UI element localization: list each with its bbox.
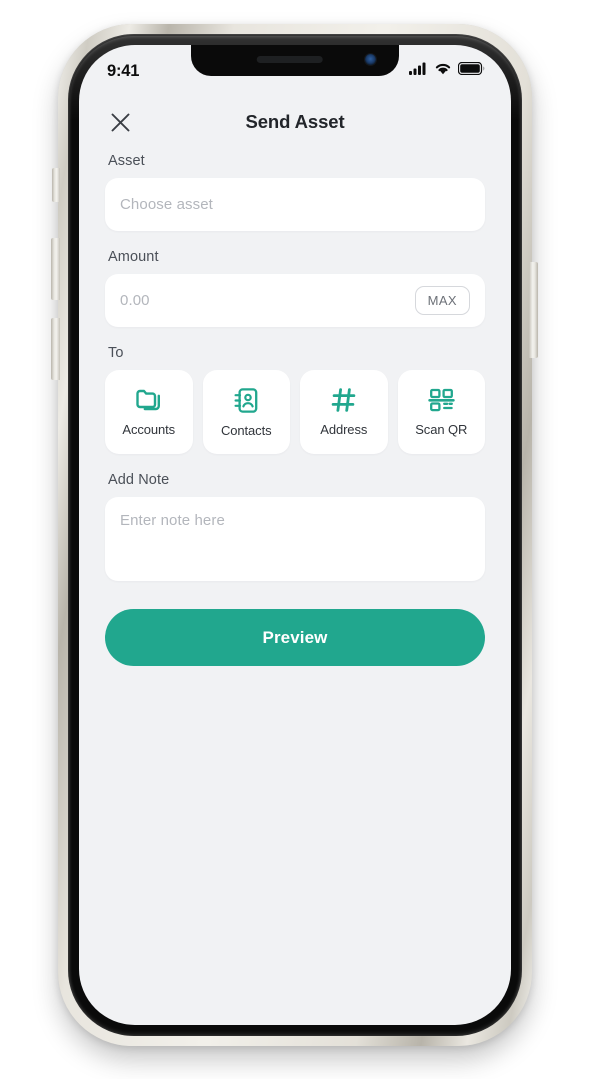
max-button[interactable]: MAX xyxy=(414,286,470,315)
note-label: Add Note xyxy=(108,472,170,488)
wifi-icon xyxy=(434,62,452,80)
volume-up-button[interactable] xyxy=(51,238,60,300)
screenshot-root: 9:41 Send Asset Asset Choose asset Amoun… xyxy=(0,0,590,1079)
to-option-label: Address xyxy=(320,422,368,437)
to-option-accounts[interactable]: Accounts xyxy=(105,370,193,454)
to-options-row: Accounts Contacts Address Scan QR xyxy=(105,370,485,454)
amount-label: Amount xyxy=(108,249,159,265)
cellular-signal-icon xyxy=(409,62,428,80)
navigation-bar: Send Asset xyxy=(105,91,485,153)
note-field-group: Add Note Enter note here xyxy=(105,472,485,581)
asset-select[interactable]: Choose asset xyxy=(105,178,485,231)
battery-icon xyxy=(457,61,485,80)
address-book-icon xyxy=(233,387,259,414)
status-bar: 9:41 xyxy=(79,45,511,91)
power-button[interactable] xyxy=(529,262,538,358)
mute-switch[interactable] xyxy=(52,168,60,202)
to-option-label: Accounts xyxy=(122,422,176,437)
app-content: Send Asset Asset Choose asset Amount 0.0… xyxy=(79,91,511,1025)
amount-input[interactable]: 0.00 MAX xyxy=(105,274,485,327)
to-option-contacts[interactable]: Contacts xyxy=(202,370,290,454)
asset-label: Asset xyxy=(108,153,145,169)
to-option-scan-qr[interactable]: Scan QR xyxy=(397,370,485,454)
status-indicators xyxy=(409,61,485,80)
to-option-label: Contacts xyxy=(220,422,272,438)
close-icon[interactable] xyxy=(105,107,135,137)
asset-field-group: Asset Choose asset xyxy=(105,153,485,231)
note-input[interactable]: Enter note here xyxy=(105,497,485,581)
qr-code-scan-icon xyxy=(428,387,455,413)
to-field-group: To Accounts Contacts Address Scan QR xyxy=(105,345,485,454)
to-option-address[interactable]: Address xyxy=(300,370,388,454)
volume-down-button[interactable] xyxy=(51,318,60,380)
to-option-label: Scan QR xyxy=(415,422,468,437)
to-label: To xyxy=(108,345,124,361)
preview-button[interactable]: Preview xyxy=(105,609,485,666)
hash-icon xyxy=(331,387,357,413)
amount-placeholder: 0.00 xyxy=(120,292,150,309)
phone-screen: 9:41 Send Asset Asset Choose asset Amoun… xyxy=(79,45,511,1025)
status-time: 9:41 xyxy=(107,61,140,80)
asset-placeholder: Choose asset xyxy=(120,196,213,213)
page-title: Send Asset xyxy=(245,111,345,132)
note-placeholder: Enter note here xyxy=(120,512,225,529)
folders-icon xyxy=(135,387,163,413)
amount-field-group: Amount 0.00 MAX xyxy=(105,249,485,327)
